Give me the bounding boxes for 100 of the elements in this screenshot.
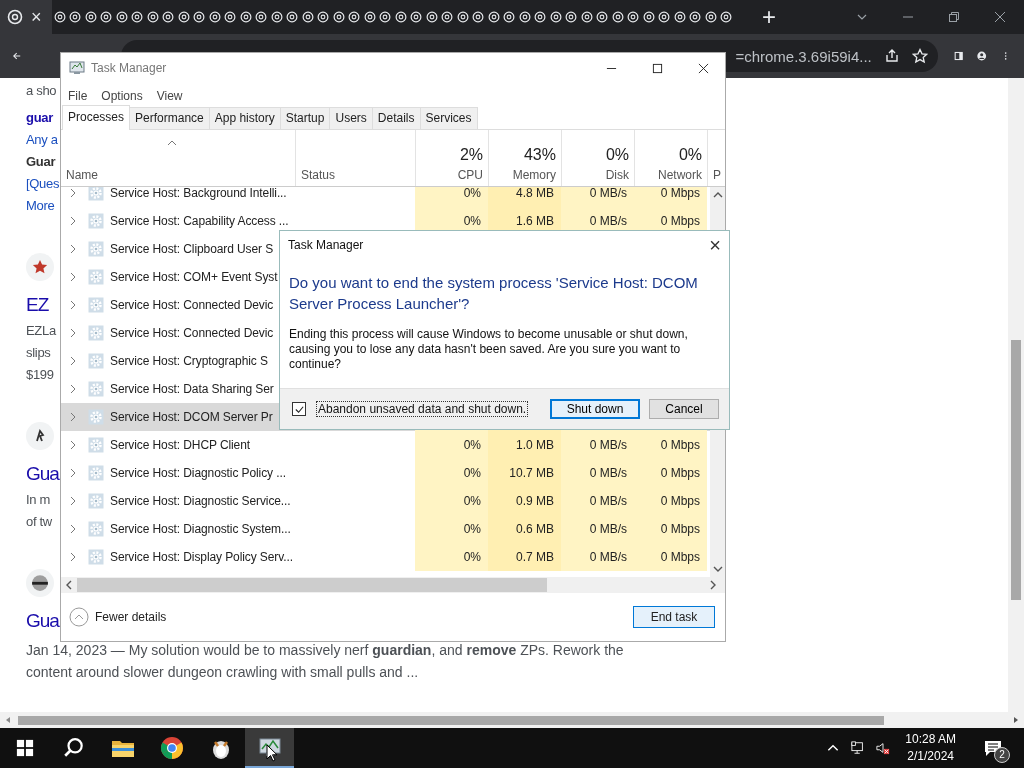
expand-chevron-icon[interactable] [70,496,76,506]
result-link[interactable]: [Ques [26,173,60,195]
result-link[interactable]: More [26,195,55,217]
chrome-icon [255,11,268,23]
dialog-title: Task Manager [288,238,364,252]
fewer-details-link[interactable]: Fewer details [95,610,167,624]
expand-chevron-icon[interactable] [70,328,76,338]
result-link[interactable]: Any a [26,129,58,151]
tab[interactable]: App history [208,107,281,129]
disk-cell: 0 MB/s [589,522,627,536]
expand-chevron-icon[interactable] [70,440,76,450]
memory-cell: 0.7 MB [516,550,554,564]
tab[interactable]: Services [419,107,478,129]
process-row[interactable]: Service Host: DHCP Client 0% 1.0 MB 0 MB/s 0 Mbps [61,431,710,459]
process-row[interactable]: Service Host: Diagnostic System... 0% 0.6 MB 0 MB/s 0 Mbps [61,515,710,543]
close-icon[interactable] [994,11,1006,23]
shut-down-button[interactable]: Shut down [550,399,640,419]
gear-icon [88,493,104,509]
process-name: Service Host: Connected Devic [110,326,274,340]
checkbox[interactable] [292,402,306,416]
column-header[interactable]: Status [301,168,336,182]
maximize-icon[interactable] [652,62,663,74]
page-horizontal-scrollbar[interactable] [0,712,1024,728]
cancel-button[interactable]: Cancel [649,399,719,419]
collapse-icon[interactable] [69,607,89,627]
tab[interactable]: Details [371,107,421,129]
clock-date[interactable]: 2/1/2024 [907,748,954,765]
tab[interactable]: Processes [62,105,131,130]
page-scrollbar[interactable] [1008,78,1024,712]
memory-cell: 1.0 MB [516,438,554,452]
tab-close-button[interactable]: × [31,6,42,28]
column-header[interactable]: Name [66,168,98,182]
new-tab-button[interactable]: + [762,5,776,29]
scroll-left-icon[interactable] [65,580,73,590]
chrome-icon [503,11,516,23]
share-icon[interactable] [883,48,900,64]
scroll-up-icon[interactable] [712,191,723,199]
process-row[interactable]: Service Host: Diagnostic Policy ... 0% 10.7 MB 0 MB/s 0 Mbps [61,459,710,487]
list-horizontal-scrollbar[interactable] [61,577,725,593]
disk-cell: 0 MB/s [589,550,627,564]
close-icon[interactable] [698,62,709,74]
process-row[interactable]: Service Host: Diagnostic Service... 0% 0.9 MB 0 MB/s 0 Mbps [61,487,710,515]
network-cell: 0 Mbps [660,214,700,228]
result-title[interactable]: Gua [26,459,59,489]
expand-chevron-icon[interactable] [70,524,76,534]
expand-chevron-icon[interactable] [70,244,76,254]
browser-tab[interactable]: × [0,0,52,34]
chrome-icon [472,11,485,23]
column-header[interactable]: P [713,168,721,182]
scroll-down-icon[interactable] [712,565,723,573]
close-button[interactable]: × [709,235,721,255]
tab[interactable]: Users [329,107,373,129]
column-header[interactable]: Disk [605,168,629,182]
process-row[interactable]: Service Host: Background Intelli... 0% 4.8 MB 0 MB/s 0 Mbps [61,187,710,207]
end-task-button[interactable]: End task [633,606,715,628]
column-usage: 0% [678,146,702,164]
result-title[interactable]: Gua [26,606,59,636]
menu-item[interactable]: File [68,89,88,103]
chrome-icon [518,11,531,23]
network-icon[interactable] [851,741,866,755]
process-name: Service Host: Diagnostic Policy ... [110,466,286,480]
scroll-left-icon[interactable] [4,716,12,724]
chrome-icon [627,11,640,23]
expand-chevron-icon[interactable] [70,468,76,478]
checkbox-label[interactable]: Abandon unsaved data and shut down. [316,401,529,417]
star-icon[interactable] [911,48,928,64]
disk-cell: 0 MB/s [589,214,627,228]
notification-button[interactable]: 2 [978,733,1008,763]
clock-time[interactable]: 10:28 AM [905,731,956,748]
column-header[interactable]: CPU [457,168,483,182]
restore-icon[interactable] [948,11,960,23]
menu-item[interactable]: Options [101,89,143,103]
process-name: Service Host: COM+ Event Syst [110,270,278,284]
volume-muted-icon[interactable] [876,741,891,755]
expand-chevron-icon[interactable] [70,552,76,562]
expand-chevron-icon[interactable] [70,356,76,366]
result-title[interactable]: EZ [26,290,49,320]
menu-item[interactable]: View [156,89,183,103]
process-row[interactable]: Service Host: Display Policy Serv... 0% 0.7 MB 0 MB/s 0 Mbps [61,543,710,571]
expand-chevron-icon[interactable] [70,272,76,282]
expand-chevron-icon[interactable] [70,216,76,226]
tab[interactable]: Performance [129,107,210,129]
taskmgr-taskbar-button[interactable] [245,728,294,768]
process-name: Service Host: Cryptographic S [110,354,268,368]
column-header[interactable]: Memory [512,168,556,182]
column-header[interactable]: Network [658,168,702,182]
expand-chevron-icon[interactable] [70,300,76,310]
search-icon [62,737,85,759]
expand-chevron-icon[interactable] [70,188,76,198]
chrome-icon [456,11,469,23]
chrome-icon [100,11,113,23]
chrome-icon [673,11,686,23]
process-name: Service Host: DCOM Server Pr [110,410,273,424]
scroll-right-icon[interactable] [1012,716,1020,724]
chrome-icon [208,11,221,23]
scroll-right-icon[interactable] [709,580,717,590]
expand-chevron-icon[interactable] [70,384,76,394]
tab[interactable]: Startup [279,107,331,129]
expand-chevron-icon[interactable] [70,412,76,422]
sort-caret-icon [167,140,177,146]
